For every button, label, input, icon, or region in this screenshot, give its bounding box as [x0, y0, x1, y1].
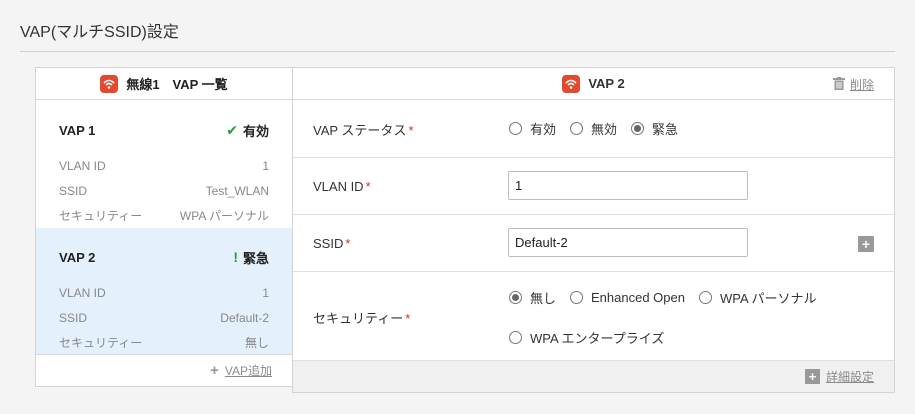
- status-row: VAP ステータス * 有効 無効 緊急: [293, 101, 894, 158]
- delete-label: 削除: [849, 78, 874, 92]
- required-mark: *: [405, 311, 411, 326]
- radio-button[interactable]: [570, 122, 584, 135]
- vlan-label: VLAN ID *: [313, 179, 371, 194]
- radio-button[interactable]: [509, 122, 522, 135]
- security-label: セキュリティー *: [313, 311, 411, 326]
- security-option-wpa-personal[interactable]: WPA パーソナル: [698, 288, 817, 307]
- vap-list-title: 無線1 VAP 一覧: [126, 77, 228, 92]
- check-icon: ✔: [226, 121, 238, 138]
- vlan-value: 1: [262, 285, 269, 300]
- vap-card-status: ✔ 有効: [226, 121, 269, 140]
- vap-card-2[interactable]: VAP 2 ! 緊急 VLAN ID 1 SSID Default-2 セキュリ…: [36, 228, 292, 355]
- detail-footer: + 詳細設定: [293, 360, 894, 392]
- vap-card-security: セキュリティー 無し: [59, 330, 269, 355]
- title-divider: [20, 51, 895, 52]
- status-option-disabled[interactable]: 無効: [570, 119, 617, 138]
- vap-card-1[interactable]: VAP 1 ✔ 有効 VLAN ID 1 SSID Test_WLAN セキュリ…: [36, 101, 292, 228]
- vap-card-status-text: 有効: [242, 123, 269, 139]
- ssid-value: Default-2: [220, 310, 269, 325]
- status-option-emergency[interactable]: 緊急: [631, 119, 678, 138]
- security-option-none[interactable]: 無し: [509, 288, 556, 307]
- radio-button[interactable]: [698, 291, 712, 304]
- status-radio-group: 有効 無効 緊急: [509, 119, 692, 138]
- required-mark: *: [408, 123, 414, 138]
- security-label: セキュリティー: [59, 209, 143, 223]
- security-row: セキュリティー * 無し Enhanced Open WPA パーソナル WPA …: [293, 272, 894, 362]
- security-option-wpa-enterprise[interactable]: WPA エンタープライズ: [509, 328, 664, 347]
- wifi-icon: [100, 74, 119, 93]
- radio-button[interactable]: [509, 331, 522, 344]
- vlan-label: VLAN ID: [59, 285, 106, 300]
- security-value: WPA パーソナル: [179, 209, 269, 223]
- vap-card-security: セキュリティー WPA パーソナル: [59, 203, 269, 228]
- vap-card-name: VAP 2: [59, 249, 96, 265]
- advanced-settings-link[interactable]: 詳細設定: [826, 368, 874, 385]
- security-radio-group-line2: WPA エンタープライズ: [509, 328, 678, 347]
- security-value: 無し: [244, 336, 269, 350]
- vap-detail-header: VAP 2 削除: [293, 68, 894, 100]
- status-label: VAP ステータス *: [313, 123, 414, 138]
- exclamation-icon: !: [233, 249, 238, 265]
- required-mark: *: [345, 236, 351, 251]
- delete-button[interactable]: 削除: [832, 76, 874, 93]
- security-label: セキュリティー: [59, 336, 143, 350]
- vlan-label: VLAN ID: [59, 158, 106, 173]
- vap-card-status-text: 緊急: [242, 250, 269, 266]
- trash-icon: [832, 76, 845, 93]
- vap-card-vlan: VLAN ID 1: [59, 280, 269, 305]
- required-mark: *: [365, 179, 371, 194]
- vap-detail-title: VAP 2: [588, 76, 625, 91]
- page-title: VAP(マルチSSID)設定: [20, 24, 179, 41]
- vlan-row: VLAN ID *: [293, 158, 894, 215]
- ssid-row: SSID* +: [293, 215, 894, 272]
- ssid-input[interactable]: [508, 228, 748, 257]
- add-vap-link[interactable]: VAP追加: [225, 362, 272, 379]
- plus-icon: +: [804, 369, 820, 384]
- ssid-label: SSID: [59, 310, 88, 325]
- ssid-label: SSID *: [313, 236, 351, 251]
- ssid-label: SSID: [59, 183, 88, 198]
- wifi-icon: [562, 74, 581, 93]
- status-option-enabled[interactable]: 有効: [509, 119, 556, 138]
- security-option-enhanced-open[interactable]: Enhanced Open: [570, 290, 685, 305]
- vap-card-status: ! 緊急: [233, 248, 269, 267]
- vap-list-panel: 無線1 VAP 一覧 VAP 1 ✔ 有効 VLAN ID 1 SSID Tes…: [35, 67, 293, 387]
- vap-detail-panel: VAP 2 削除 VAP ステータス* 有効 無効 緊急 VLAN ID* SS…: [292, 67, 895, 393]
- plus-icon: +: [210, 362, 219, 379]
- vlan-value: 1: [262, 158, 269, 173]
- vlan-id-input[interactable]: [508, 171, 748, 200]
- vap-list-header: 無線1 VAP 一覧: [36, 68, 292, 100]
- radio-button-selected[interactable]: [509, 291, 522, 304]
- add-ssid-button[interactable]: +: [858, 236, 874, 252]
- vap-list-footer: + VAP追加: [36, 354, 292, 386]
- radio-button[interactable]: [570, 291, 584, 304]
- radio-button-selected[interactable]: [631, 122, 645, 135]
- ssid-value: Test_WLAN: [205, 183, 269, 198]
- vap-card-vlan: VLAN ID 1: [59, 153, 269, 178]
- security-radio-group-line1: 無し Enhanced Open WPA パーソナル: [509, 288, 831, 307]
- vap-card-ssid: SSID Default-2: [59, 305, 269, 330]
- vap-card-ssid: SSID Test_WLAN: [59, 178, 269, 203]
- vap-card-name: VAP 1: [59, 122, 96, 138]
